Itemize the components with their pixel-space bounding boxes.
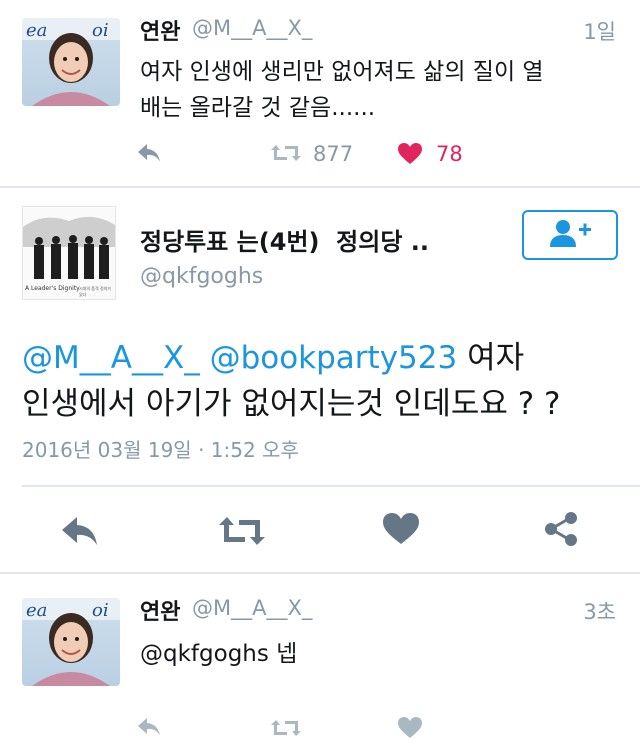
tweet-text-line-1: @M__A__X_ @bookparty523 여자 — [22, 332, 524, 377]
display-name[interactable]: 연완 — [140, 594, 180, 626]
timestamp: 1일 — [583, 20, 616, 44]
svg-text:oi: oi — [92, 20, 109, 41]
display-name[interactable]: 정당투표 는(4번) 정의당 .. — [140, 222, 429, 257]
timestamp: 3초 — [583, 600, 616, 624]
tweet-timestamp: 2016년 03월 19일 · 1:52 오후 — [22, 438, 299, 462]
avatar-caption: A Leader's Dignity — [25, 285, 80, 292]
retweet-icon[interactable] — [270, 718, 302, 738]
avatar[interactable]: ea oi — [22, 598, 120, 686]
avatar[interactable]: ea oi — [22, 18, 120, 106]
retweet-icon[interactable] — [218, 515, 266, 547]
tweet-text: 여자 — [467, 340, 525, 376]
heart-icon[interactable] — [382, 512, 420, 546]
retweet-icon[interactable] — [270, 143, 302, 163]
reply-icon[interactable] — [136, 142, 162, 164]
follow-user-icon — [548, 218, 592, 252]
handle[interactable]: @M__A__X_ — [192, 596, 312, 620]
mention-link[interactable]: @M__A__X_ — [22, 340, 200, 376]
divider — [22, 485, 640, 487]
retweet-count: 877 — [313, 142, 354, 166]
mention-text: @qkfgoghs — [140, 641, 269, 667]
tweet-text: @qkfgoghs 넵 — [140, 634, 297, 668]
handle[interactable]: @M__A__X_ — [192, 16, 312, 40]
like-count: 78 — [436, 142, 463, 166]
tweet-text-line-2: 인생에서 아기가 없어지는것 인데도요 ? ? — [22, 386, 561, 422]
reply-icon[interactable] — [60, 515, 100, 547]
reply-text: 넵 — [276, 641, 298, 667]
follow-button[interactable] — [522, 210, 618, 260]
heart-icon[interactable] — [397, 716, 423, 740]
svg-text:oi: oi — [92, 600, 109, 621]
avatar[interactable]: A Leader's Dignity 시대의 품격 정의가 있다 — [22, 206, 116, 300]
handle[interactable]: @qkfgoghs — [140, 264, 263, 289]
share-icon[interactable] — [543, 511, 579, 547]
display-name[interactable]: 연완 — [140, 14, 180, 46]
tweet-text-line-2: 배는 올라갈 것 같음...... — [140, 95, 376, 121]
svg-text:ea: ea — [26, 20, 47, 41]
tweet-text-line-1: 여자 인생에 생리만 없어져도 삶의 질이 열 — [140, 59, 544, 85]
reply-icon[interactable] — [136, 716, 162, 738]
heart-icon[interactable] — [397, 142, 423, 166]
divider — [0, 572, 640, 574]
svg-text:ea: ea — [26, 600, 47, 621]
avatar-caption-right: 시대의 품격 정의가 있다 — [79, 286, 111, 297]
mention-link[interactable]: @bookparty523 — [210, 340, 458, 376]
divider — [0, 186, 640, 188]
